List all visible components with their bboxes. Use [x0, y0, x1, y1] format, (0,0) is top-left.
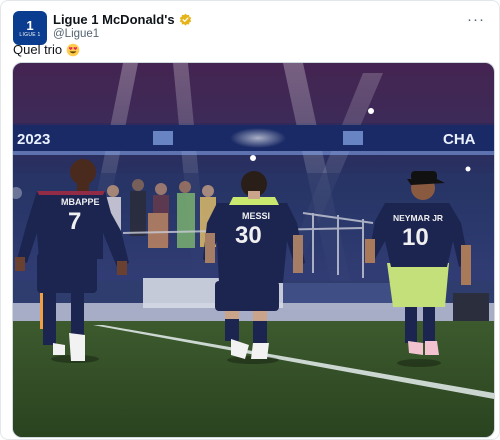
more-options-icon[interactable]: ···: [467, 11, 485, 28]
messi-name: MESSI: [242, 211, 270, 221]
tweet-text-row: Quel trio: [13, 42, 80, 57]
neymar-number: 10: [402, 224, 429, 251]
banner-left-text: 2023: [17, 131, 50, 148]
account-name[interactable]: Ligue 1 McDonald's: [53, 12, 175, 27]
banner-right-text: CHA: [443, 131, 476, 148]
verified-badge-icon: [179, 13, 191, 26]
heart-eyes-emoji-icon: [66, 43, 80, 56]
avatar[interactable]: 1 LIGUE 1: [13, 11, 47, 45]
stadium-photo: 2023 CHA MBAPPE 7 MESSI 30 NEYMAR JR 10: [13, 63, 494, 437]
messi-number: 30: [235, 222, 262, 249]
post-image[interactable]: 2023 CHA MBAPPE 7 MESSI 30 NEYMAR JR 10: [12, 62, 495, 438]
account-handle[interactable]: @Ligue1: [53, 28, 99, 40]
account-name-row: Ligue 1 McDonald's: [53, 12, 192, 27]
mbappe-name: MBAPPE: [61, 197, 100, 207]
tweet-text: Quel trio: [13, 42, 63, 57]
mbappe-number: 7: [68, 208, 81, 235]
tweet-card: 1 LIGUE 1 Ligue 1 McDonald's @Ligue1 ···…: [0, 0, 500, 440]
neymar-name: NEYMAR JR: [393, 213, 443, 223]
avatar-number: 1: [26, 17, 34, 33]
avatar-label: LIGUE 1: [19, 31, 41, 38]
